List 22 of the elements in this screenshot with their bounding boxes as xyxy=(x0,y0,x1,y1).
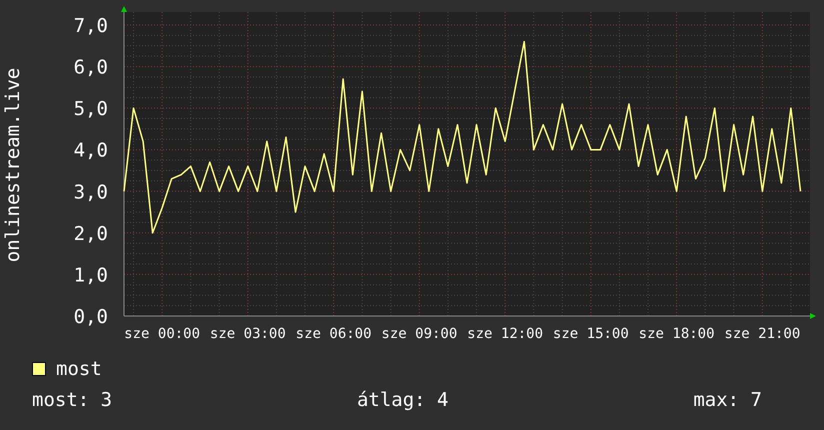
y-axis-label: onlinestream.live xyxy=(2,68,24,262)
x-tick-label: sze 18:00 xyxy=(638,326,715,342)
x-tick-label: sze 03:00 xyxy=(210,326,286,342)
x-tick-label: sze 09:00 xyxy=(381,326,458,342)
y-tick-label: 5,0 xyxy=(74,98,108,120)
stat-text: most: 3 xyxy=(32,388,112,412)
x-tick-label: sze 12:00 xyxy=(467,326,544,342)
y-tick-label: 0,0 xyxy=(74,306,108,328)
legend-swatch xyxy=(32,362,46,376)
x-tick-label: sze 21:00 xyxy=(724,326,800,342)
y-tick-label: 4,0 xyxy=(74,140,108,162)
y-tick-label: 6,0 xyxy=(74,56,108,79)
y-tick-label: 2,0 xyxy=(74,222,108,245)
stat-text: max: 7 xyxy=(693,388,762,412)
stat-text: átlag: 4 xyxy=(356,388,448,412)
y-tick-label: 3,0 xyxy=(74,181,108,204)
x-tick-label: sze 15:00 xyxy=(552,326,629,342)
x-tick-label: sze 06:00 xyxy=(296,326,372,342)
y-tick-label: 1,0 xyxy=(74,264,108,286)
x-tick-label: sze 00:00 xyxy=(124,326,200,342)
legend-label: most xyxy=(56,357,102,382)
y-tick-label: 7,0 xyxy=(74,15,108,37)
